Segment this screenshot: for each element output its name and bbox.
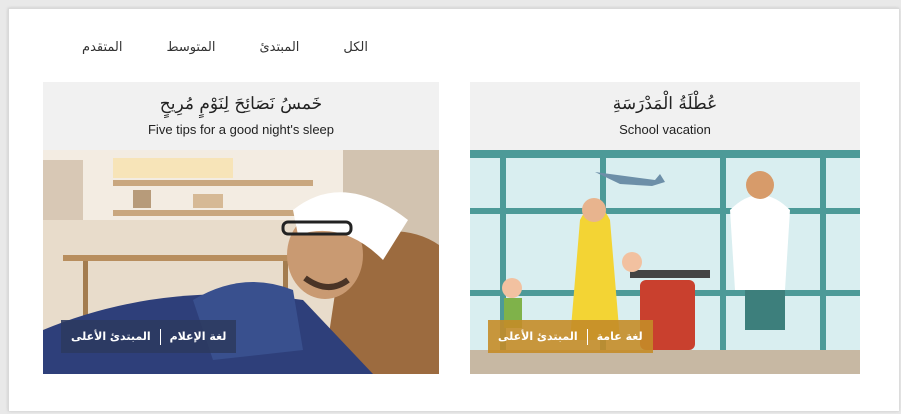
filter-all[interactable]: الكل <box>343 40 368 64</box>
badge-level: المبتدئ الأعلى <box>498 330 578 343</box>
card-title-arabic: عُطْلَةُ الْمَدْرَسَةِ <box>612 94 718 114</box>
badge-register: لغة عامة <box>596 330 643 343</box>
card-title-english: Five tips for a good night's sleep <box>147 122 335 137</box>
badge-divider <box>586 328 588 345</box>
level-filter-bar: الكل المبتدئ المتوسط المتقدم <box>48 40 368 64</box>
card-badges-sleep: لغة الإعلام المبتدئ الأعلى <box>61 320 237 353</box>
badge-divider <box>159 328 161 345</box>
filter-intermediate[interactable]: المتوسط <box>166 40 215 64</box>
card-title-arabic: خَمسُ نَصَائِحَ لِنَوْمٍ مُرِيحٍ <box>159 94 323 114</box>
badge-register: لغة الإعلام <box>169 330 227 343</box>
card-header: خَمسُ نَصَائِحَ لِنَوْمٍ مُرِيحٍ Five ti… <box>43 82 439 150</box>
card-badges-vacation: لغة عامة المبتدئ الأعلى <box>488 320 653 353</box>
filter-advanced[interactable]: المتقدم <box>82 40 122 64</box>
card-title-english: School vacation <box>619 122 711 137</box>
card-header: عُطْلَةُ الْمَدْرَسَةِ School vacation <box>470 82 860 150</box>
filter-beginner[interactable]: المبتدئ <box>259 40 299 64</box>
badge-level: المبتدئ الأعلى <box>71 330 151 343</box>
